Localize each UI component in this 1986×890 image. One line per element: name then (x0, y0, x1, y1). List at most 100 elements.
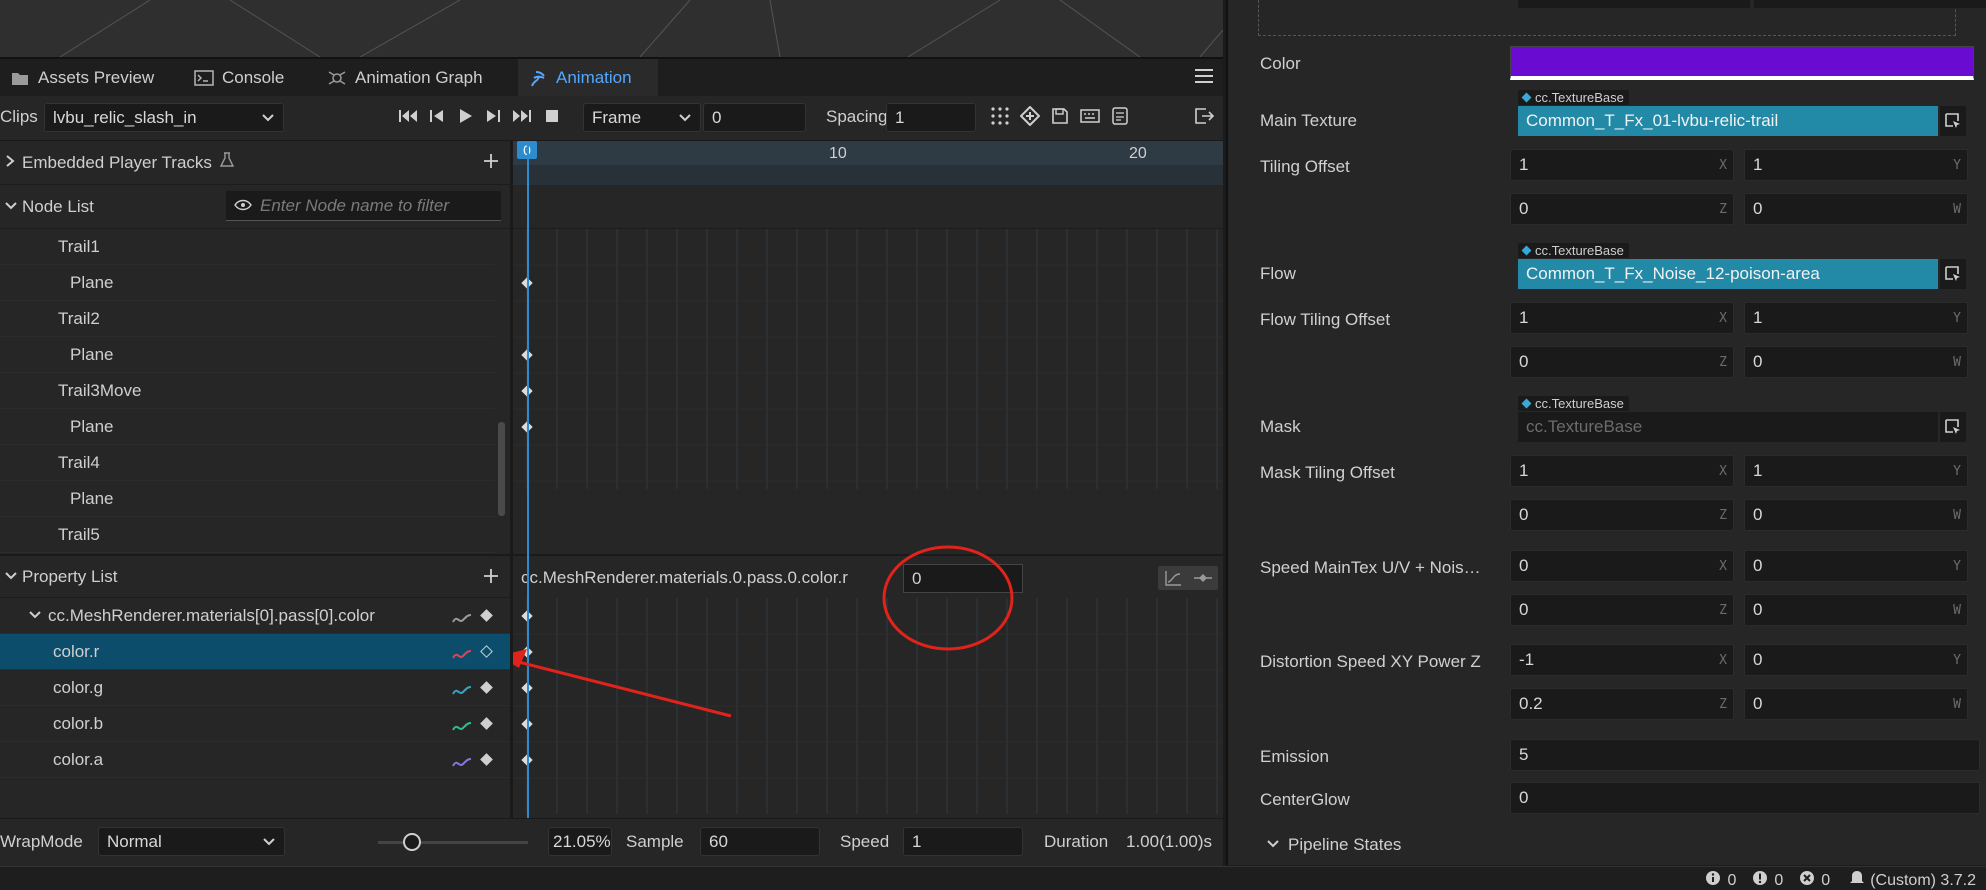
curve-mode-toggle[interactable] (1158, 566, 1218, 590)
asset-picker-icon[interactable] (1940, 106, 1966, 136)
mask-tiling-offset-z[interactable]: 0Z (1510, 499, 1734, 531)
current-frame-input[interactable]: 0 (703, 103, 806, 132)
time-ruler[interactable]: 0 10 20 (513, 141, 1223, 185)
distortion-w[interactable]: 0W (1744, 688, 1968, 720)
keyframe-diamond-icon[interactable] (480, 753, 493, 766)
zoom-input[interactable]: 21.05% (548, 827, 612, 856)
property-track-item[interactable]: color.b (0, 706, 510, 742)
property-list-header[interactable]: Property List (0, 554, 510, 598)
error-icon[interactable] (1799, 870, 1815, 890)
flow-tiling-offset-y[interactable]: 1Y (1744, 302, 1968, 334)
keyframe-diamond-icon[interactable] (480, 717, 493, 730)
add-property-button[interactable] (482, 567, 500, 590)
node-list-item[interactable]: Trail4 (0, 445, 495, 481)
distortion-z[interactable]: 0.2 Z (1510, 688, 1734, 720)
add-embedded-track-button[interactable] (482, 152, 500, 175)
add-keyframe-icon[interactable] (1018, 104, 1042, 128)
node-filter-input[interactable]: Enter Node name to filter (226, 191, 501, 221)
property-group-row[interactable]: cc.MeshRenderer.materials[0].pass[0].col… (0, 598, 510, 634)
tiling-offset-x[interactable]: 1X (1510, 149, 1734, 181)
stop-button[interactable] (540, 104, 564, 128)
wrapmode-select[interactable]: Normal (98, 827, 285, 856)
clip-select[interactable]: lvbu_relic_slash_in (44, 103, 284, 132)
keyframe-diamond-icon[interactable] (480, 681, 493, 694)
mask-texture-field[interactable]: cc.TextureBase (1518, 412, 1938, 442)
flow-tiling-offset-w[interactable]: 0W (1744, 346, 1968, 378)
node-list-item[interactable]: Plane (0, 337, 495, 373)
mask-tiling-offset-w[interactable]: 0W (1744, 499, 1968, 531)
flow-texture-field[interactable]: Common_T_Fx_Noise_12-poison-area (1518, 259, 1938, 289)
flow-tiling-offset-x[interactable]: 1X (1510, 302, 1734, 334)
tab-console[interactable]: Console (184, 59, 294, 96)
emission-input[interactable]: 5 (1510, 739, 1980, 771)
zoom-slider-handle[interactable] (403, 833, 421, 851)
node-list-scrollbar[interactable] (498, 422, 505, 516)
next-frame-button[interactable] (481, 104, 505, 128)
bell-icon[interactable] (1850, 870, 1865, 890)
keyframe-diamond-icon[interactable] (480, 609, 493, 622)
timeline-area[interactable]: 0 10 20 cc.MeshRenderer.materials.0.pass… (510, 141, 1223, 818)
node-list-header[interactable]: Node List Enter Node name to filter (0, 185, 510, 229)
save-icon[interactable] (1048, 104, 1072, 128)
mask-tiling-offset-x[interactable]: 1X (1510, 455, 1734, 487)
mask-tiling-offset-y[interactable]: 1Y (1744, 455, 1968, 487)
keyframe-grid[interactable] (513, 229, 1223, 489)
distortion-y[interactable]: 0Y (1744, 644, 1968, 676)
jump-last-frame-button[interactable] (509, 104, 533, 128)
asset-picker-icon[interactable] (1940, 259, 1966, 289)
tiling-offset-w[interactable]: 0W (1744, 193, 1968, 225)
play-button[interactable] (453, 104, 477, 128)
keyboard-icon[interactable] (1078, 104, 1102, 128)
exit-edit-icon[interactable] (1192, 104, 1216, 128)
asset-picker-icon[interactable] (1940, 412, 1966, 442)
panel-menu-button[interactable] (1193, 67, 1215, 87)
embedded-player-tracks-header[interactable]: Embedded Player Tracks (0, 141, 510, 185)
speed-maintex-y[interactable]: 0Y (1744, 550, 1968, 582)
tab-animation-graph[interactable]: Animation Graph (317, 59, 493, 96)
property-track-item[interactable]: color.g (0, 670, 510, 706)
info-icon[interactable] (1705, 870, 1721, 890)
node-list-item[interactable]: Plane (0, 409, 495, 445)
document-icon[interactable] (1108, 104, 1132, 128)
node-list-item[interactable]: Plane (0, 481, 495, 517)
curve-icon[interactable] (452, 646, 472, 666)
scene-viewport[interactable] (0, 0, 1223, 57)
speed-maintex-x[interactable]: 0X (1510, 550, 1734, 582)
keyframe-diamond-icon[interactable] (480, 645, 493, 658)
node-list-item[interactable]: Plane (0, 265, 495, 301)
flow-tiling-offset-z[interactable]: 0Z (1510, 346, 1734, 378)
pipeline-states-header[interactable]: Pipeline States (1266, 835, 1401, 855)
tab-animation[interactable]: Animation (518, 59, 658, 96)
property-value-input[interactable]: 0 (903, 564, 1023, 593)
frame-mode-select[interactable]: Frame (583, 103, 701, 132)
curve-icon[interactable] (452, 718, 472, 738)
prev-frame-button[interactable] (425, 104, 449, 128)
node-list-item[interactable]: Trail1 (0, 229, 495, 265)
tiling-offset-y[interactable]: 1Y (1744, 149, 1968, 181)
curve-icon[interactable] (452, 610, 472, 630)
property-keyframe-grid[interactable] (513, 598, 1223, 814)
main-texture-field[interactable]: Common_T_Fx_01-lvbu-relic-trail (1518, 106, 1938, 136)
speed-input[interactable]: 1 (903, 827, 1023, 856)
keyframe-mode-icon[interactable] (1188, 566, 1218, 590)
centerglow-input[interactable]: 0 (1510, 782, 1980, 814)
warning-icon[interactable] (1752, 870, 1768, 890)
node-list-item[interactable]: Trail5 (0, 517, 495, 553)
node-list-item[interactable]: Trail3Move (0, 373, 495, 409)
tab-assets-preview[interactable]: Assets Preview (0, 59, 164, 96)
property-track-item[interactable]: color.r (0, 634, 510, 670)
sample-input[interactable]: 60 (700, 827, 820, 856)
property-track-item[interactable]: color.a (0, 742, 510, 778)
curve-editor-icon[interactable] (1158, 566, 1188, 590)
distortion-x[interactable]: -1 X (1510, 644, 1734, 676)
curve-icon[interactable] (452, 754, 472, 774)
zoom-slider-track[interactable] (378, 841, 528, 844)
jump-first-frame-button[interactable] (397, 104, 421, 128)
spacing-input[interactable]: 1 (886, 103, 976, 132)
node-list-item[interactable]: Trail2 (0, 301, 495, 337)
tiling-offset-z[interactable]: 0Z (1510, 193, 1734, 225)
grid-dots-icon[interactable] (988, 104, 1012, 128)
curve-icon[interactable] (452, 682, 472, 702)
color-swatch[interactable] (1510, 46, 1974, 80)
speed-maintex-z[interactable]: 0Z (1510, 594, 1734, 626)
